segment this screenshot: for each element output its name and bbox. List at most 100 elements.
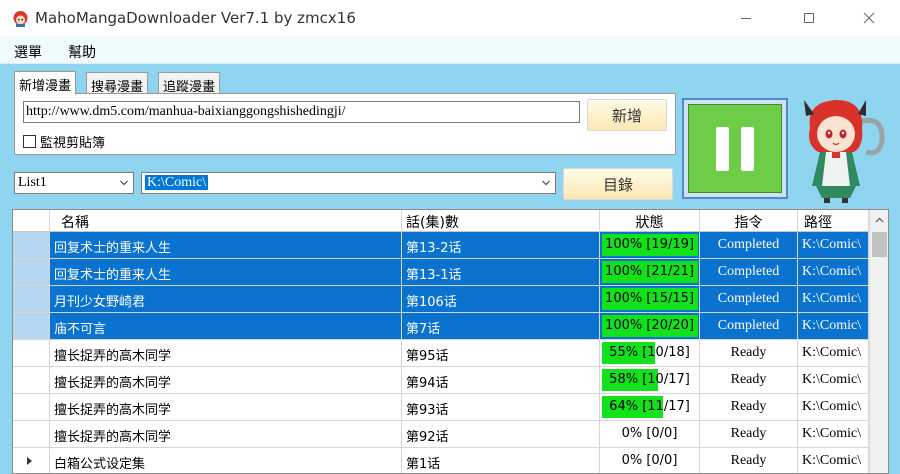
- status-text: 64% [11/17]: [609, 399, 690, 414]
- status-text: 0% [0/0]: [621, 426, 678, 441]
- row-indicator[interactable]: [13, 232, 50, 259]
- table-row[interactable]: 白箱公式设定集 第1话 0% [0/0] Ready K:\Comic\: [13, 448, 869, 473]
- cell-path: K:\Comic\: [798, 340, 869, 367]
- status-text: 100% [15/15]: [605, 291, 694, 306]
- status-text: 58% [10/17]: [609, 372, 690, 387]
- header-chapter[interactable]: 話(集)數: [402, 210, 600, 232]
- row-indicator[interactable]: [13, 394, 50, 421]
- cell-chapter: 第94话: [402, 367, 600, 394]
- pause-icon-bar: [741, 126, 754, 171]
- cell-name: 擅长捉弄的高木同学: [50, 421, 402, 448]
- scroll-up-icon[interactable]: [875, 216, 884, 225]
- cell-chapter: 第92话: [402, 421, 600, 448]
- cell-command: Completed: [700, 232, 798, 259]
- cell-name: 白箱公式设定集: [50, 448, 402, 473]
- cell-chapter: 第1话: [402, 448, 600, 473]
- row-indicator[interactable]: [13, 259, 50, 286]
- cell-chapter: 第13-2话: [402, 232, 600, 259]
- minimize-button[interactable]: [723, 0, 768, 36]
- cell-name: 月刊少女野崎君: [50, 286, 402, 313]
- scrollbar-thumb[interactable]: [872, 232, 887, 257]
- table-row[interactable]: 庙不可言 第7话 100% [20/20] Completed K:\Comic\: [13, 313, 869, 340]
- tab-track-manga[interactable]: 追蹤漫畫: [158, 72, 221, 95]
- row-indicator[interactable]: [13, 448, 50, 473]
- cell-path: K:\Comic\: [798, 367, 869, 394]
- table-row[interactable]: 擅长捉弄的高木同学 第95话 55% [10/18] Ready K:\Comic\: [13, 340, 869, 367]
- cell-status: 0% [0/0]: [600, 421, 700, 448]
- header-indicator: [13, 210, 50, 232]
- cell-status: 58% [10/17]: [600, 367, 700, 394]
- vertical-scrollbar[interactable]: [869, 210, 888, 473]
- table-row[interactable]: 擅长捉弄的高木同学 第94话 58% [10/17] Ready K:\Comic\: [13, 367, 869, 394]
- cell-path: K:\Comic\: [798, 286, 869, 313]
- cell-name: 擅长捉弄的高木同学: [50, 367, 402, 394]
- list-select[interactable]: List1: [14, 172, 134, 194]
- cell-command: Ready: [700, 340, 798, 367]
- cell-status: 64% [11/17]: [600, 394, 700, 421]
- header-path[interactable]: 路徑: [798, 210, 869, 232]
- cell-path: K:\Comic\: [798, 421, 869, 448]
- cell-path: K:\Comic\: [798, 313, 869, 340]
- add-button[interactable]: 新增: [587, 99, 667, 131]
- cell-status: 100% [21/21]: [600, 259, 700, 286]
- cell-path: K:\Comic\: [798, 232, 869, 259]
- tab-search-manga[interactable]: 搜尋漫畫: [86, 72, 149, 95]
- table-row[interactable]: 月刊少女野崎君 第106话 100% [15/15] Completed K:\Comi…: [13, 286, 869, 313]
- pause-button[interactable]: [688, 104, 782, 193]
- close-button[interactable]: [846, 0, 891, 36]
- clipboard-checkbox-label: 監視剪貼簿: [40, 136, 106, 151]
- header-name[interactable]: 名稱: [50, 210, 402, 232]
- cell-command: Ready: [700, 394, 798, 421]
- cell-path: K:\Comic\: [798, 259, 869, 286]
- cell-path: K:\Comic\: [798, 394, 869, 421]
- tab-add-manga[interactable]: 新增漫畫: [14, 71, 77, 95]
- cell-name: 回复术士的重来人生: [50, 259, 402, 286]
- header-status[interactable]: 狀態: [600, 210, 700, 232]
- row-indicator[interactable]: [13, 313, 50, 340]
- mascot-image: [804, 100, 885, 203]
- window-title: MahoMangaDownloader Ver7.1 by zmcx16: [35, 9, 356, 27]
- table-row[interactable]: 擅长捉弄的高木同学 第92话 0% [0/0] Ready K:\Comic\: [13, 421, 869, 448]
- minimize-icon: [740, 18, 751, 19]
- close-icon: [863, 12, 874, 24]
- chevron-down-icon: [542, 180, 550, 186]
- table-row[interactable]: 回复术士的重来人生 第13-2话 100% [19/19] Completed K:\C…: [13, 232, 869, 259]
- cell-chapter: 第93话: [402, 394, 600, 421]
- app-mascot-icon: [13, 11, 28, 27]
- header-command[interactable]: 指令: [700, 210, 798, 232]
- cell-chapter: 第13-1话: [402, 259, 600, 286]
- cell-status: 0% [0/0]: [600, 448, 700, 473]
- clipboard-monitor[interactable]: 監視剪貼簿: [23, 132, 105, 151]
- directory-select[interactable]: K:\Comic\: [141, 172, 556, 194]
- cell-command: Completed: [700, 259, 798, 286]
- status-text: 100% [19/19]: [605, 237, 694, 252]
- table-row[interactable]: 回复术士的重来人生 第13-1话 100% [21/21] Completed K:\C…: [13, 259, 869, 286]
- cell-name: 擅长捉弄的高木同学: [50, 340, 402, 367]
- menu-bar: 選單 幫助: [0, 36, 900, 64]
- cell-command: Ready: [700, 367, 798, 394]
- pause-icon: [716, 126, 729, 171]
- menu-options[interactable]: 選單: [14, 42, 42, 62]
- directory-button[interactable]: 目錄: [563, 168, 673, 200]
- cell-status: 55% [10/18]: [600, 340, 700, 367]
- url-input[interactable]: http://www.dm5.com/manhua-baixianggongsh…: [23, 101, 580, 123]
- title-bar: MahoMangaDownloader Ver7.1 by zmcx16: [0, 0, 900, 36]
- pause-button-frame: [682, 98, 788, 199]
- menu-help[interactable]: 幫助: [68, 42, 96, 62]
- maximize-button[interactable]: [786, 0, 831, 36]
- row-indicator[interactable]: [13, 286, 50, 313]
- chevron-down-icon: [120, 180, 128, 186]
- clipboard-checkbox[interactable]: [23, 135, 36, 148]
- cell-chapter: 第95话: [402, 340, 600, 367]
- cell-path: K:\Comic\: [798, 448, 869, 473]
- table-row[interactable]: 擅长捉弄的高木同学 第93话 64% [11/17] Ready K:\Comic\: [13, 394, 869, 421]
- cell-name: 擅长捉弄的高木同学: [50, 394, 402, 421]
- status-text: 100% [20/20]: [605, 318, 694, 333]
- row-indicator[interactable]: [13, 421, 50, 448]
- current-row-arrow-icon: [27, 457, 32, 465]
- add-manga-panel: http://www.dm5.com/manhua-baixianggongsh…: [14, 93, 676, 155]
- cell-status: 100% [19/19]: [600, 232, 700, 259]
- row-indicator[interactable]: [13, 367, 50, 394]
- row-indicator[interactable]: [13, 340, 50, 367]
- cell-status: 100% [20/20]: [600, 313, 700, 340]
